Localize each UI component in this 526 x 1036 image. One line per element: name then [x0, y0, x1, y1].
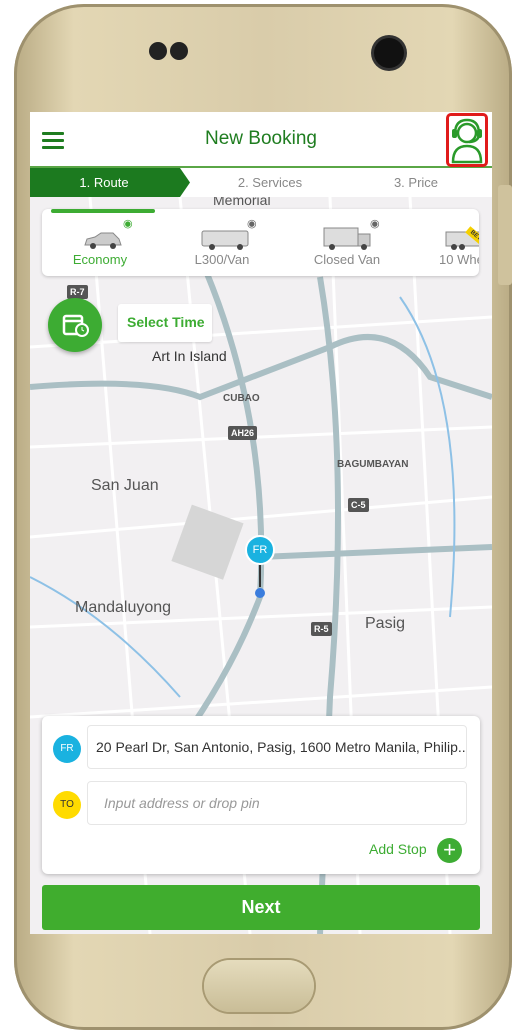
step-price[interactable]: 3. Price: [340, 175, 492, 190]
map-label: BAGUMBAYAN: [337, 459, 409, 470]
route-card: FR 20 Pearl Dr, San Antonio, Pasig, 1600…: [42, 716, 480, 874]
vehicle-10-wheeler[interactable]: BETA 10 Whe: [417, 209, 479, 276]
map-label: Mandaluyong: [75, 599, 172, 616]
app-screen: Memorial Art In Island CUBAO BAGUMBAYAN …: [30, 112, 492, 934]
to-address-input[interactable]: Input address or drop pin: [87, 781, 467, 825]
route-shield: R-7: [67, 285, 88, 299]
car-icon: [84, 232, 122, 249]
route-shield: C-5: [348, 498, 369, 512]
current-location-dot: [255, 588, 265, 598]
pin-stem: [259, 565, 261, 587]
step-services[interactable]: 2. Services: [200, 175, 340, 190]
schedule-button[interactable]: [48, 298, 102, 352]
page-title: New Booking: [205, 128, 317, 149]
support-button[interactable]: [446, 113, 488, 167]
progress-steps: 1. Route 2. Services 3. Price: [30, 168, 492, 197]
sensor: [170, 42, 188, 60]
truck-icon: [323, 227, 371, 250]
map-label: San Juan: [91, 477, 159, 494]
vehicle-closed-van[interactable]: ◉ Closed Van: [292, 209, 402, 276]
add-stop-plus-icon[interactable]: +: [437, 838, 462, 863]
map-label: Art In Island: [152, 348, 227, 364]
next-button[interactable]: Next: [42, 885, 480, 930]
front-camera: [374, 38, 404, 68]
top-bar: New Booking: [30, 112, 492, 168]
sensor: [149, 42, 167, 60]
van-icon: [201, 230, 249, 250]
support-agent-icon: [451, 118, 483, 164]
vehicle-label: 10 Whe: [439, 252, 479, 267]
from-address-input[interactable]: 20 Pearl Dr, San Antonio, Pasig, 1600 Me…: [87, 725, 467, 769]
select-time-button[interactable]: Select Time: [118, 304, 212, 342]
calendar-clock-icon: [62, 314, 89, 337]
add-stop-label[interactable]: Add Stop: [369, 841, 427, 857]
to-badge: TO: [53, 791, 81, 819]
vehicle-label: Economy: [72, 252, 128, 267]
eye-icon[interactable]: ◉: [123, 217, 133, 230]
vehicle-l300-van[interactable]: ◉ L300/Van: [167, 209, 277, 276]
map-label: Pasig: [365, 615, 406, 632]
vehicle-label: Closed Van: [313, 252, 381, 267]
vehicle-label: L300/Van: [194, 252, 250, 267]
power-button[interactable]: [498, 185, 512, 285]
home-button[interactable]: [204, 960, 314, 1012]
vehicle-selector: ◉ Economy ◉ L300/Van ◉ Closed Van BETA 1…: [42, 209, 479, 276]
step-route[interactable]: 1. Route: [30, 168, 190, 197]
map-label: CUBAO: [223, 393, 260, 404]
vehicle-economy[interactable]: ◉ Economy: [45, 209, 155, 276]
from-badge: FR: [53, 735, 81, 763]
route-shield: R-5: [311, 622, 332, 636]
route-shield: AH26: [228, 426, 258, 440]
from-pin[interactable]: FR: [245, 535, 275, 565]
